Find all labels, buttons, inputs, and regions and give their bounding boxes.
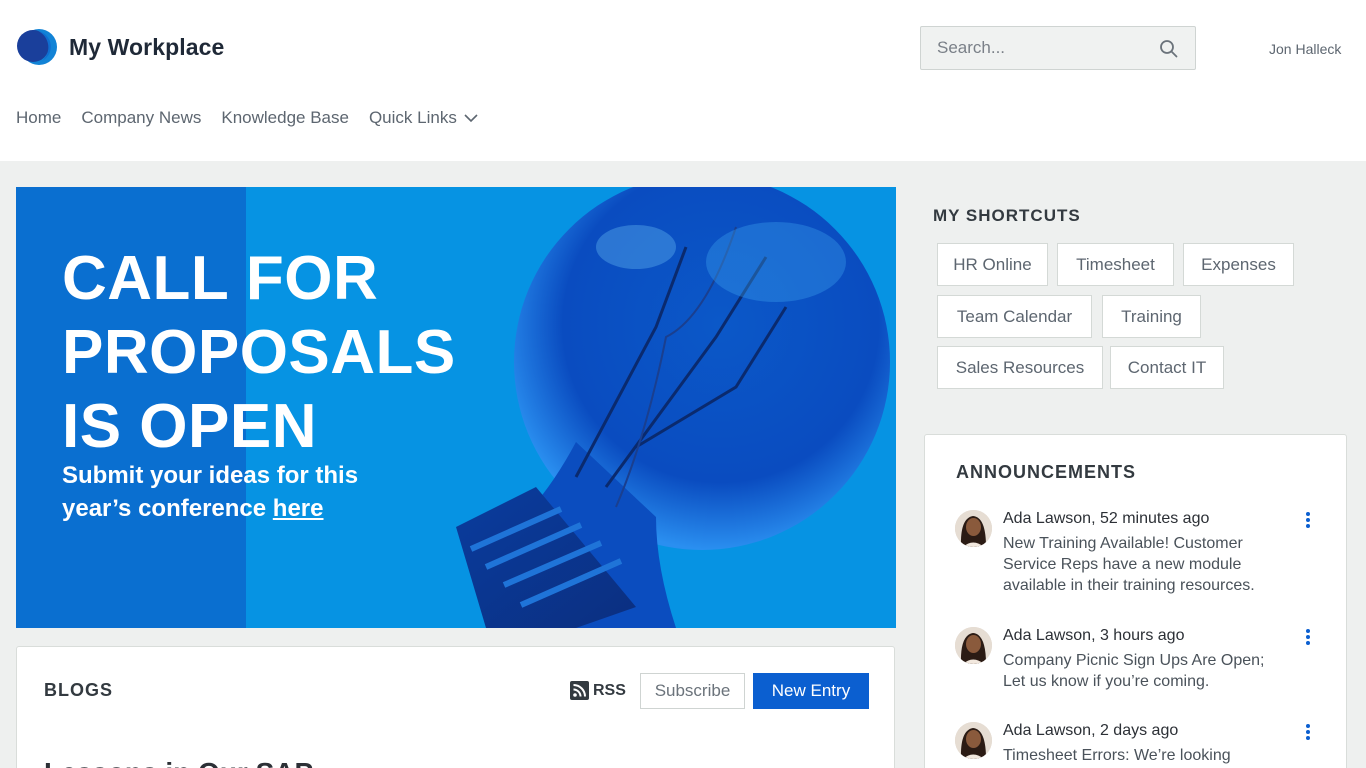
avatar[interactable] [955,722,992,759]
blogs-card: BLOGS RSS Subscribe New Entry Lessons in… [16,646,895,768]
blog-entry-title[interactable]: Lessons in Our SAP [44,757,313,768]
shortcut-training[interactable]: Training [1102,295,1201,338]
search-input[interactable] [921,27,1161,69]
logo-icon[interactable] [16,27,58,67]
announcement-author: Ada Lawson, 2 days ago [1003,722,1179,739]
nav-item-knowledge-base[interactable]: Knowledge Base [221,108,349,128]
app-title[interactable]: My Workplace [69,34,224,61]
shortcut-team-calendar[interactable]: Team Calendar [937,295,1092,338]
nav-item-label: Knowledge Base [221,108,349,127]
hero-title: CALL FOR PROPOSALS IS OPEN [62,244,456,461]
hero-banner[interactable]: CALL FOR PROPOSALS IS OPEN Submit your i… [16,187,896,628]
announcement-author: Ada Lawson, 3 hours ago [1003,627,1185,644]
more-options-icon[interactable] [1303,722,1313,742]
shortcuts-title: MY SHORTCUTS [933,206,1081,225]
hero-link[interactable]: here [273,495,324,522]
nav-item-label: Home [16,108,62,127]
avatar[interactable] [955,627,992,664]
shortcut-hr-online[interactable]: HR Online [937,243,1048,286]
nav-item-company-news[interactable]: Company News [81,108,201,128]
rss-link[interactable]: RSS [570,681,626,700]
announcement-text: Timesheet Errors: We’re looking [1003,747,1231,764]
hero-subtitle: Submit your ideas for this year’s confer… [62,459,422,525]
nav-item-quick-links[interactable]: Quick Links [369,108,479,128]
search-box[interactable] [920,26,1196,70]
subscribe-button[interactable]: Subscribe [640,673,745,709]
blogs-title: BLOGS [44,680,114,700]
main-nav: Home Company News Knowledge Base Quick L… [16,108,479,128]
shortcut-sales-resources[interactable]: Sales Resources [937,346,1103,389]
announcements-title: ANNOUNCEMENTS [956,462,1137,482]
shortcut-contact-it[interactable]: Contact IT [1110,346,1224,389]
nav-item-label: Quick Links [368,108,457,127]
nav-item-label: Company News [81,108,202,127]
shortcut-expenses[interactable]: Expenses [1183,243,1294,286]
app-header: My Workplace Jon Halleck Home Company Ne… [0,0,1366,161]
rss-label: RSS [593,681,626,699]
announcement-text: Company Picnic Sign Ups Are Open; Let us… [1003,652,1265,690]
announcement-item[interactable]: Ada Lawson, 2 days ago Timesheet Errors:… [955,722,1325,768]
announcement-item[interactable]: Ada Lawson, 3 hours ago Company Picnic S… [955,627,1325,707]
announcements-card: ANNOUNCEMENTS Ada Lawson, 52 minutes ago… [924,434,1347,768]
search-icon[interactable] [1159,39,1179,59]
user-name[interactable]: Jon Halleck [1269,41,1341,57]
avatar[interactable] [955,510,992,547]
more-options-icon[interactable] [1303,510,1313,530]
more-options-icon[interactable] [1303,627,1313,647]
announcement-item[interactable]: Ada Lawson, 52 minutes ago New Training … [955,510,1325,610]
announcement-text: New Training Available! Customer Service… [1003,535,1255,594]
announcement-author: Ada Lawson, 52 minutes ago [1003,510,1210,527]
rss-icon [570,681,589,700]
nav-item-home[interactable]: Home [16,108,61,128]
shortcut-timesheet[interactable]: Timesheet [1057,243,1174,286]
new-entry-button[interactable]: New Entry [753,673,869,709]
chevron-down-icon [464,114,478,123]
